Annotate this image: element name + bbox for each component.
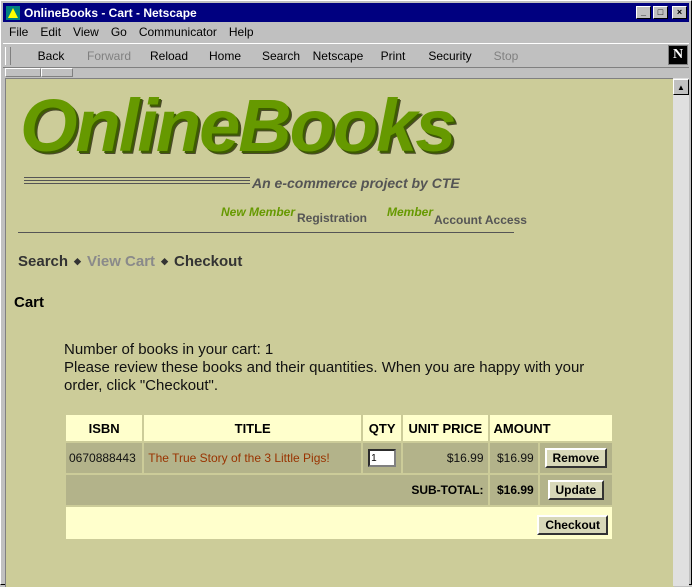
- update-cell: Update: [539, 475, 612, 505]
- isbn-cell: 0670888443: [66, 443, 143, 473]
- print-button[interactable]: Print: [367, 49, 419, 63]
- collapsed-toolbar-tabs: [3, 67, 689, 77]
- member-label[interactable]: Member: [387, 205, 433, 219]
- col-amount: AMOUNT: [489, 415, 612, 441]
- checkout-button[interactable]: Checkout: [537, 515, 608, 535]
- security-button[interactable]: Security: [419, 49, 481, 63]
- toolbar-grip[interactable]: [5, 46, 11, 65]
- home-button[interactable]: Home: [197, 49, 253, 63]
- maximize-button[interactable]: □: [653, 6, 668, 19]
- remove-cell: Remove: [539, 443, 612, 473]
- menu-bar: File Edit View Go Communicator Help: [3, 22, 689, 41]
- diamond-icon: ◆: [161, 256, 168, 266]
- subtotal-row: SUB-TOTAL: $16.99 Update: [66, 475, 612, 505]
- logo-stripes: [24, 177, 250, 187]
- reload-button[interactable]: Reload: [141, 49, 197, 63]
- menu-file[interactable]: File: [9, 25, 28, 39]
- logo-tagline: An e-commerce project by CTE: [252, 175, 460, 191]
- minimize-button[interactable]: _: [636, 6, 651, 19]
- table-header-row: ISBN TITLE QTY UNIT PRICE AMOUNT: [66, 415, 612, 441]
- cart-table: ISBN TITLE QTY UNIT PRICE AMOUNT 0670888…: [64, 413, 614, 541]
- col-qty: QTY: [363, 415, 402, 441]
- back-button[interactable]: Back: [25, 49, 77, 63]
- menu-communicator[interactable]: Communicator: [139, 25, 217, 39]
- cart-instructions-text: Please review these books and their quan…: [64, 359, 585, 394]
- search-link[interactable]: Search: [18, 253, 68, 270]
- menu-edit[interactable]: Edit: [40, 25, 61, 39]
- logo-text: OnlineBooks: [20, 84, 456, 167]
- title-bar[interactable]: OnlineBooks - Cart - Netscape _ □ ×: [3, 3, 689, 22]
- netscape-app-icon: [6, 5, 20, 20]
- stop-button[interactable]: Stop: [481, 49, 531, 63]
- view-cart-link: View Cart: [86, 253, 156, 270]
- diamond-icon: ◆: [74, 256, 81, 266]
- menu-view[interactable]: View: [73, 25, 99, 39]
- page-title: Cart: [14, 294, 45, 311]
- browser-window: OnlineBooks - Cart - Netscape _ □ × File…: [0, 0, 692, 587]
- site-logo[interactable]: OnlineBooks An e-commerce project by CTE: [20, 84, 490, 201]
- search-button[interactable]: Search: [253, 49, 309, 63]
- amount-cell: $16.99: [489, 443, 538, 473]
- cart-summary: Number of books in your cart: 1 Please r…: [64, 341, 614, 395]
- checkout-link[interactable]: Checkout: [174, 253, 242, 270]
- header-divider: [18, 232, 514, 233]
- col-unit-price: UNIT PRICE: [403, 415, 488, 441]
- navigation-toolbar: Back Forward Reload Home Search Netscape…: [3, 43, 689, 68]
- scroll-up-arrow-icon[interactable]: ▲: [673, 79, 689, 95]
- subtotal-value: $16.99: [489, 475, 538, 505]
- remove-button[interactable]: Remove: [544, 448, 608, 468]
- window-title: OnlineBooks - Cart - Netscape: [24, 5, 197, 20]
- menu-help[interactable]: Help: [229, 25, 254, 39]
- close-button[interactable]: ×: [672, 6, 687, 19]
- qty-cell: [363, 443, 402, 473]
- new-member-label[interactable]: New Member: [221, 205, 295, 219]
- book-title-link[interactable]: The True Story of the 3 Little Pigs!: [144, 443, 362, 473]
- step-nav: Search ◆ View Cart ◆ Checkout: [18, 253, 242, 270]
- table-row: 0670888443 The True Story of the 3 Littl…: [66, 443, 612, 473]
- account-access-link[interactable]: Account Access: [434, 213, 527, 227]
- cart-count-text: Number of books in your cart: 1: [64, 341, 274, 358]
- subtotal-label: SUB-TOTAL:: [66, 475, 488, 505]
- forward-button[interactable]: Forward: [77, 49, 141, 63]
- vertical-scrollbar[interactable]: ▲: [673, 78, 689, 586]
- toolbar-tab-1[interactable]: [5, 68, 41, 77]
- menu-go[interactable]: Go: [111, 25, 127, 39]
- netscape-button[interactable]: Netscape: [309, 49, 367, 63]
- toolbar-tab-2[interactable]: [41, 68, 73, 77]
- unit-price-cell: $16.99: [403, 443, 488, 473]
- page-content: OnlineBooks An e-commerce project by CTE…: [5, 78, 674, 587]
- checkout-row: Checkout: [66, 507, 612, 539]
- checkout-cell: Checkout: [66, 507, 612, 539]
- registration-link[interactable]: Registration: [297, 211, 367, 225]
- update-button[interactable]: Update: [547, 480, 605, 500]
- col-title: TITLE: [144, 415, 362, 441]
- netscape-logo-icon: N: [668, 45, 688, 65]
- quantity-input[interactable]: [368, 449, 397, 467]
- col-isbn: ISBN: [66, 415, 143, 441]
